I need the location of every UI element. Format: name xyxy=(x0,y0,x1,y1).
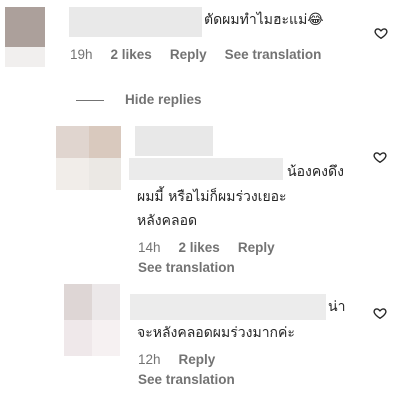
comment-meta: 14h 2 likes Reply xyxy=(138,240,293,255)
redacted-username xyxy=(69,7,202,37)
comment-text-line: ผมมี้ หรือไม่ก็ผมร่วงเยอะ xyxy=(137,189,287,205)
comment-text-line: หลังคลอด xyxy=(137,213,198,229)
see-translation-link[interactable]: See translation xyxy=(138,260,235,275)
comment-meta: 19h 2 likes Reply See translation xyxy=(70,47,339,62)
heart-icon[interactable] xyxy=(373,306,387,320)
reply-button[interactable]: Reply xyxy=(170,47,207,62)
comment-meta: 12h Reply xyxy=(138,352,233,367)
see-translation-link[interactable]: See translation xyxy=(225,47,322,62)
timestamp: 12h xyxy=(138,352,161,367)
redacted-text xyxy=(129,158,283,180)
timestamp: 14h xyxy=(138,240,161,255)
reply-button[interactable]: Reply xyxy=(238,240,275,255)
see-translation-link[interactable]: See translation xyxy=(138,372,235,387)
redacted-username xyxy=(135,126,213,156)
likes-count[interactable]: 2 likes xyxy=(179,240,220,255)
laughing-emoji-icon: 😂 xyxy=(307,12,324,28)
reply-button[interactable]: Reply xyxy=(179,352,216,367)
comment-text: ตัดผมทำไมฮะแม่😂 xyxy=(204,12,324,28)
comment-text-line: น่า xyxy=(328,299,346,315)
avatar[interactable] xyxy=(5,7,45,67)
redacted-username xyxy=(130,294,326,320)
heart-icon[interactable] xyxy=(373,150,387,164)
avatar[interactable] xyxy=(64,284,120,356)
comment-text-line: น้องคงดึง xyxy=(287,164,344,180)
replies-divider xyxy=(76,100,104,101)
avatar[interactable] xyxy=(56,126,121,190)
timestamp: 19h xyxy=(70,47,93,62)
heart-icon[interactable] xyxy=(374,26,388,40)
likes-count[interactable]: 2 likes xyxy=(111,47,152,62)
hide-replies-button[interactable]: Hide replies xyxy=(125,92,202,107)
comment-text-line: จะหลังคลอดผมร่วงมากค่ะ xyxy=(137,325,295,341)
